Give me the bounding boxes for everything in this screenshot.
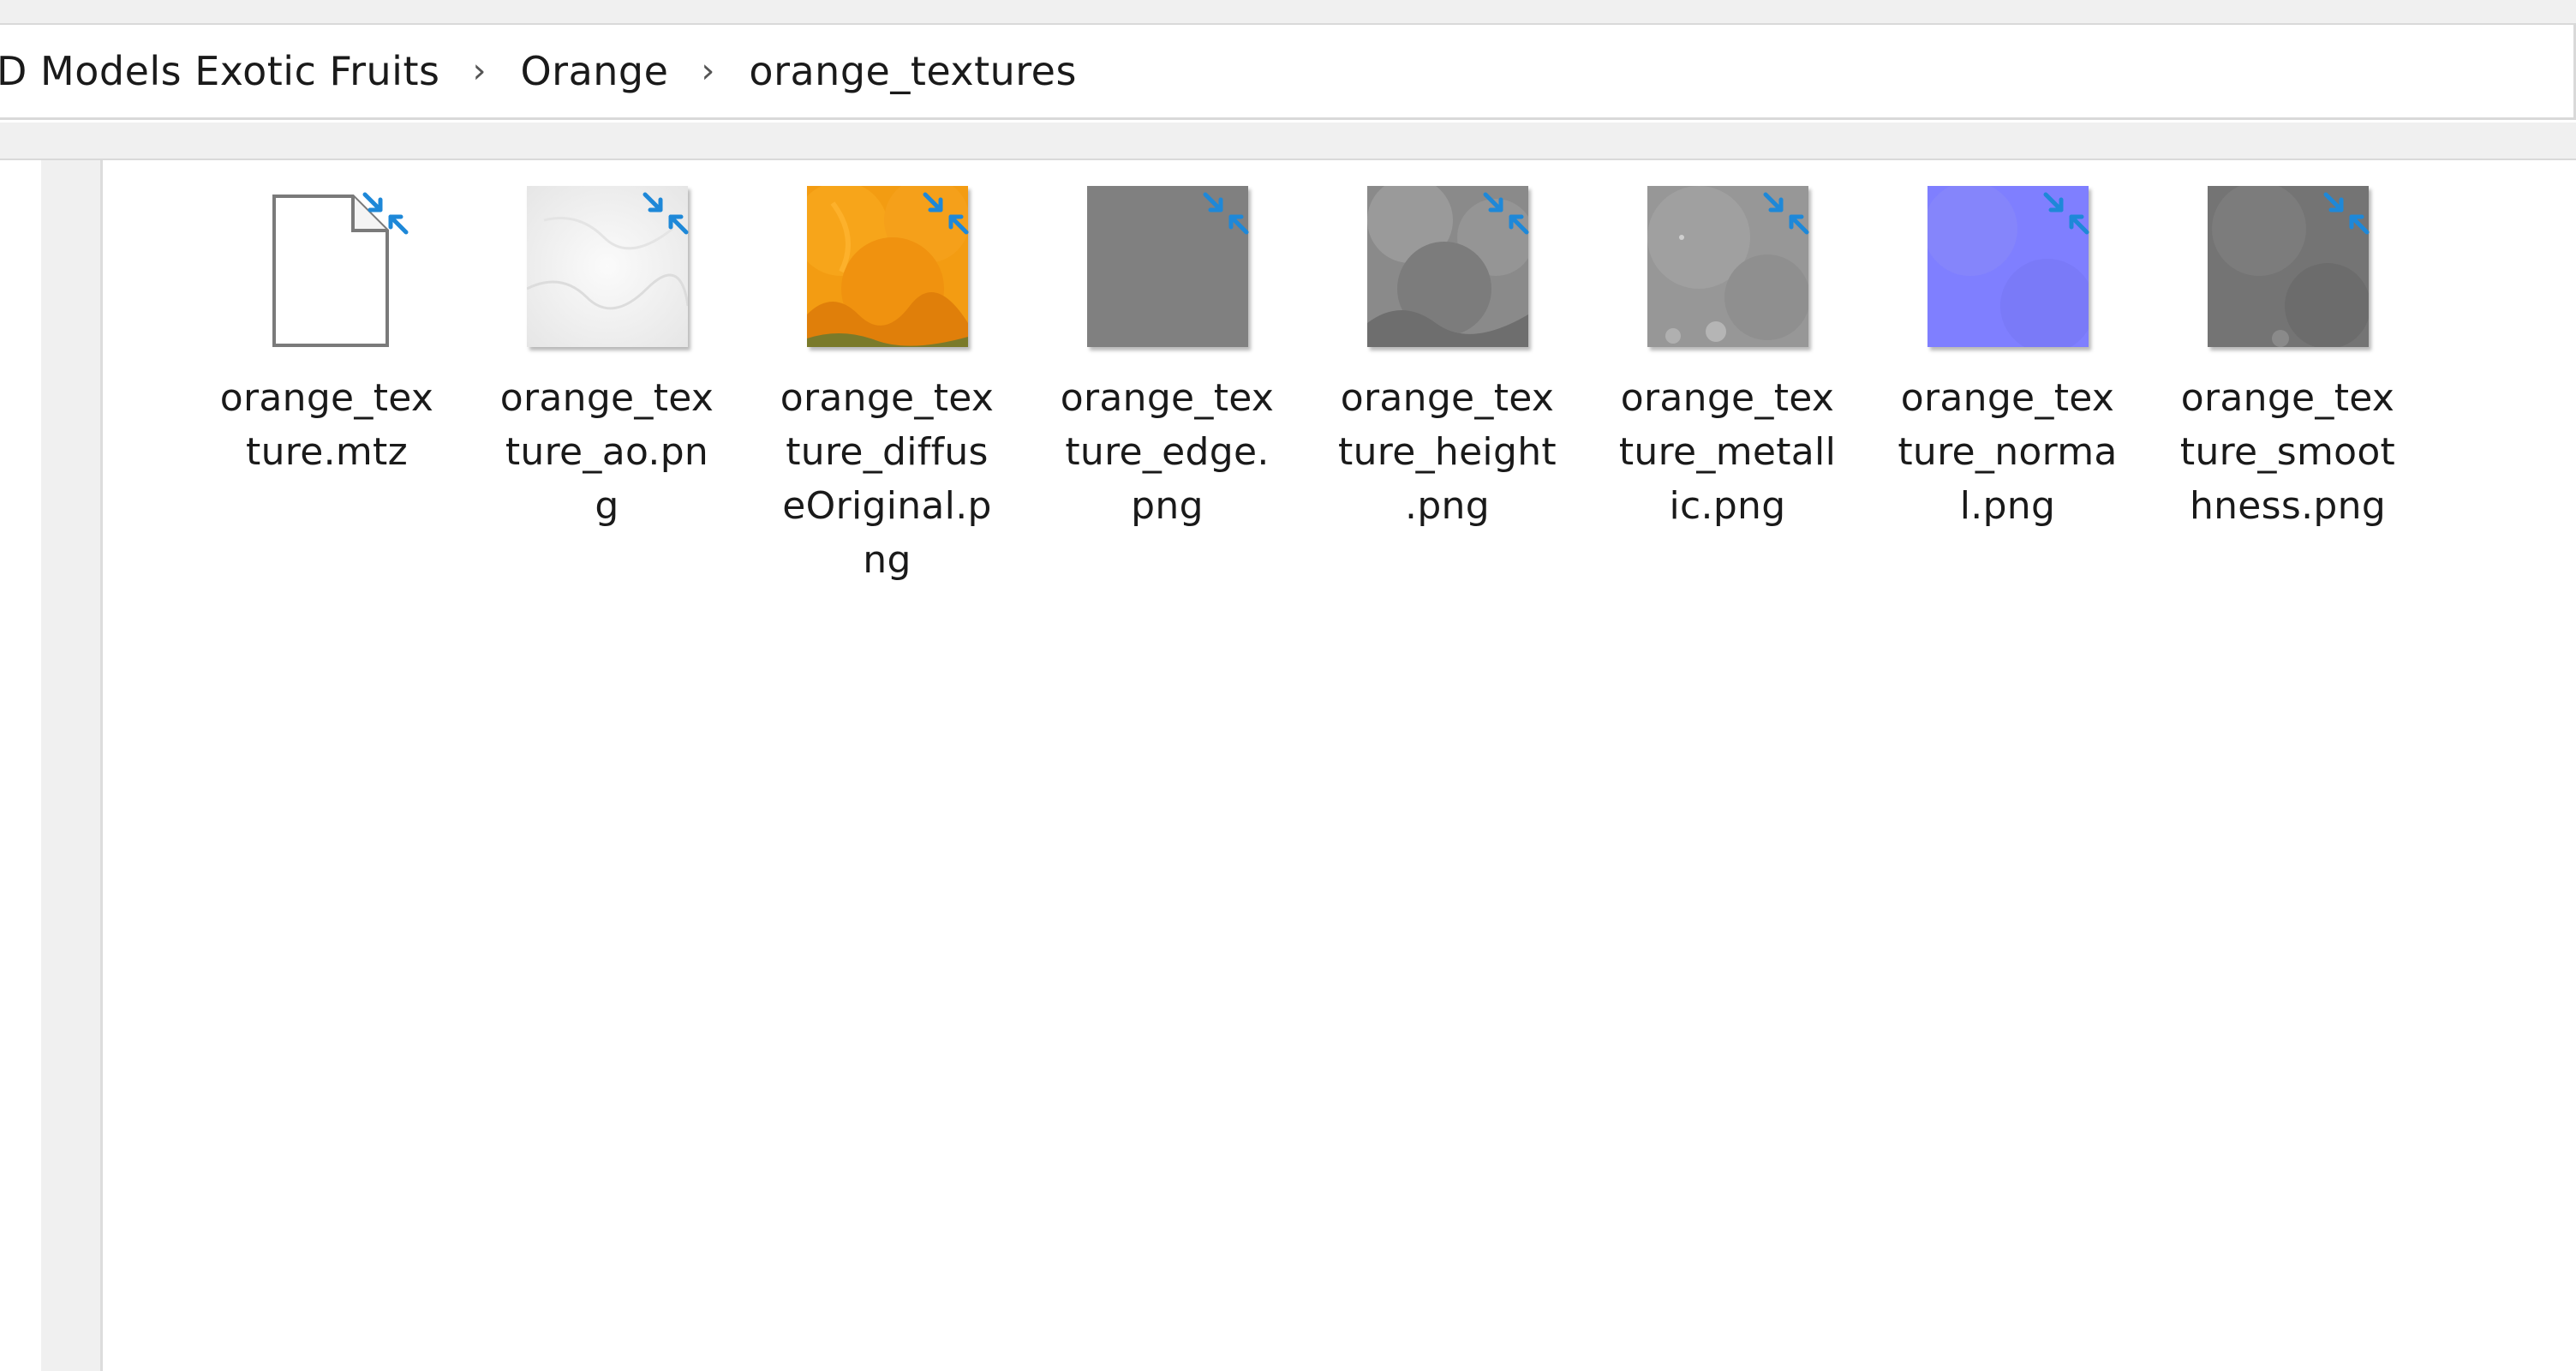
file-item[interactable]: orange_tex ture_diffus eOriginal.p ng [747,186,1027,587]
breadcrumb-item-parent[interactable]: D Models Exotic Fruits [0,51,439,91]
file-thumbnail[interactable] [2204,186,2372,354]
file-explorer-window: D Models Exotic Fruits › Orange › orange… [0,0,2576,1371]
file-name-label[interactable]: orange_tex ture_height .png [1332,371,1563,533]
navigation-pane-scrollbar[interactable] [41,160,103,1371]
breadcrumb-chevron-icon[interactable]: › [701,54,714,88]
file-name-label[interactable]: orange_tex ture_norma l.png [1892,371,2124,533]
file-item[interactable]: orange_tex ture_smoot hness.png [2148,186,2428,587]
file-item[interactable]: orange_tex ture_edge. png [1027,186,1307,587]
compressed-icon [1483,192,1528,235]
file-thumbnail[interactable] [243,186,411,354]
file-name-label[interactable]: orange_tex ture_ao.pn g [492,371,723,533]
address-bar[interactable]: D Models Exotic Fruits › Orange › orange… [0,25,2576,120]
compressed-icon [643,192,688,235]
toolbar-strip [0,123,2576,160]
compressed-icon [1203,192,1248,235]
file-thumbnail[interactable] [804,186,971,354]
file-name-label[interactable]: orange_tex ture_smoot hness.png [2173,371,2404,533]
file-item[interactable]: orange_tex ture_ao.pn g [467,186,747,587]
file-thumbnail[interactable] [1084,186,1252,354]
compressed-icon [2323,192,2369,235]
file-name-label[interactable]: orange_tex ture_edge. png [1052,371,1283,533]
file-name-label[interactable]: orange_tex ture_diffus eOriginal.p ng [772,371,1003,587]
file-grid: orange_tex ture.mtz orange_tex ture_ao.p… [187,186,2428,587]
navigation-pane[interactable] [0,160,41,1371]
compressed-icon [362,192,408,235]
file-item[interactable]: orange_tex ture_height .png [1307,186,1587,587]
compressed-icon [923,192,968,235]
file-item[interactable]: orange_tex ture.mtz [187,186,467,587]
breadcrumb-chevron-icon[interactable]: › [472,54,486,88]
file-item[interactable]: orange_tex ture_metall ic.png [1587,186,1868,587]
compressed-icon [1763,192,1808,235]
file-name-label[interactable]: orange_tex ture.mtz [212,371,443,479]
file-list-area[interactable]: orange_tex ture.mtz orange_tex ture_ao.p… [105,160,2576,1371]
breadcrumb-item-current[interactable]: orange_textures [749,51,1077,91]
title-strip [0,0,2576,25]
file-thumbnail[interactable] [523,186,691,354]
compressed-icon [2043,192,2089,235]
file-thumbnail[interactable] [1364,186,1532,354]
breadcrumb-item-orange[interactable]: Orange [520,51,668,91]
file-item[interactable]: orange_tex ture_norma l.png [1868,186,2148,587]
file-name-label[interactable]: orange_tex ture_metall ic.png [1612,371,1844,533]
file-thumbnail[interactable] [1644,186,1812,354]
file-thumbnail[interactable] [1924,186,2092,354]
